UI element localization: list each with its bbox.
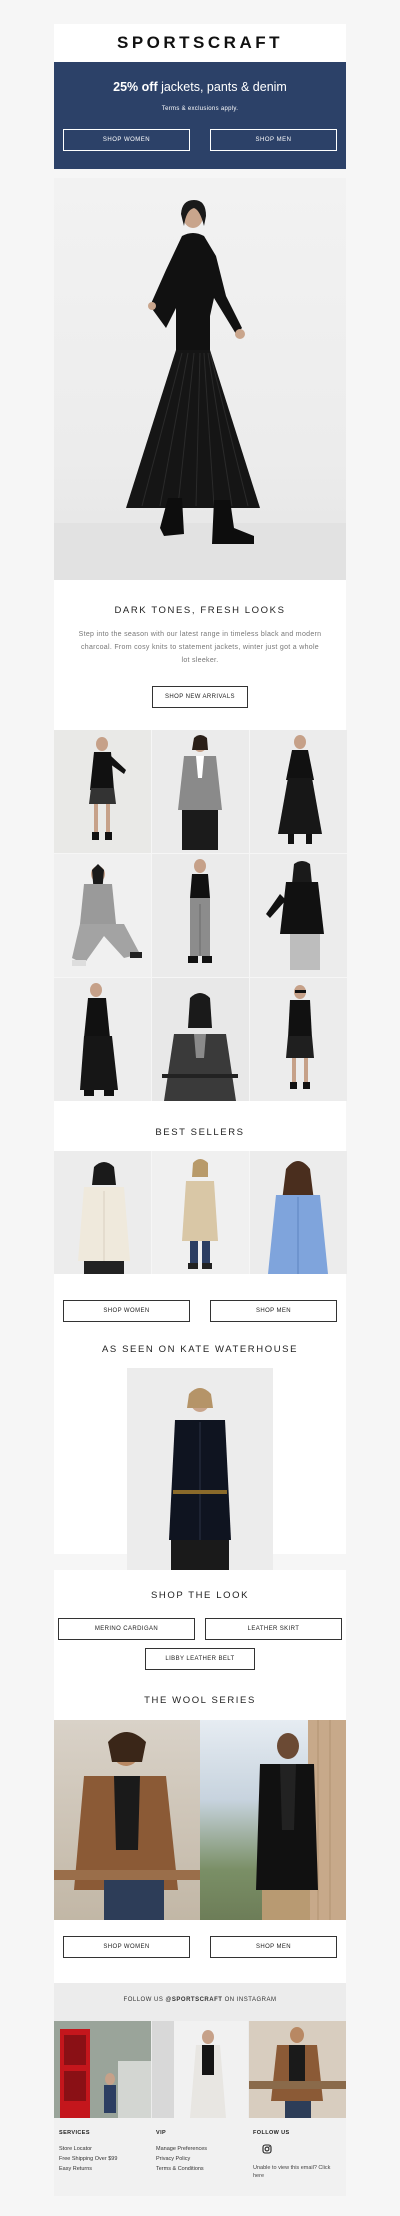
libby-leather-belt-button[interactable]: LIBBY LEATHER BELT xyxy=(145,1648,255,1670)
hero-image[interactable] xyxy=(54,178,346,580)
bestsellers-title: BEST SELLERS xyxy=(155,1127,245,1138)
wool-shop-men-button[interactable]: SHOP MEN xyxy=(210,1936,337,1958)
grid-tile[interactable] xyxy=(152,978,249,1101)
leather-skirt-button[interactable]: LEATHER SKIRT xyxy=(205,1618,342,1640)
intro-body: Step into the season with our latest ran… xyxy=(78,631,322,664)
footer: SERVICES Store Locator Free Shipping Ove… xyxy=(54,2118,346,2196)
instagram-suffix: ON INSTAGRAM xyxy=(222,1997,277,2003)
bestseller-tile[interactable] xyxy=(250,1151,347,1274)
footer-link-manage-preferences[interactable]: Manage Preferences xyxy=(156,2146,207,2152)
wool-series-title: THE WOOL SERIES xyxy=(144,1695,256,1706)
brand-logo[interactable]: SPORTSCRAFT xyxy=(54,24,346,62)
grid-tile[interactable] xyxy=(152,730,249,853)
shop-new-arrivals-button[interactable]: SHOP NEW ARRIVALS xyxy=(152,686,248,708)
footer-follow-title: FOLLOW US xyxy=(253,2130,290,2136)
kate-title: AS SEEN ON KATE WATERHOUSE xyxy=(101,1344,299,1355)
shop-the-look-section: SHOP THE LOOK MERINO CARDIGAN LEATHER SK… xyxy=(54,1570,346,1720)
promo-shop-women-button[interactable]: SHOP WOMEN xyxy=(63,129,190,151)
footer-vip-title: VIP xyxy=(156,2130,167,2136)
merino-cardigan-button[interactable]: MERINO CARDIGAN xyxy=(58,1618,195,1640)
footer-services-title: SERVICES xyxy=(59,2130,90,2136)
bestsellers-header: BEST SELLERS xyxy=(54,1101,346,1151)
instagram-post[interactable] xyxy=(249,2021,346,2118)
promo-headline-rest: jackets, pants & denim xyxy=(157,80,287,94)
wool-buttons-section: SHOP WOMEN SHOP MEN xyxy=(54,1920,346,1983)
instagram-icon[interactable] xyxy=(262,2144,272,2154)
grid-tile[interactable] xyxy=(250,730,347,853)
footer-link-terms[interactable]: Terms & Conditions xyxy=(156,2166,204,2172)
footer-link-store-locator[interactable]: Store Locator xyxy=(59,2146,92,2152)
bestseller-tile[interactable] xyxy=(152,1151,249,1274)
instagram-post[interactable] xyxy=(152,2021,248,2118)
wool-series-image-men[interactable] xyxy=(200,1720,346,1920)
instagram-handle[interactable]: @SPORTSCRAFT xyxy=(166,1997,223,2003)
shop-the-look-title: SHOP THE LOOK xyxy=(150,1590,250,1601)
intro-section: DARK TONES, FRESH LOOKS Step into the se… xyxy=(54,580,346,730)
grid-tile[interactable] xyxy=(54,854,151,977)
bestsellers-shop-women-button[interactable]: SHOP WOMEN xyxy=(63,1300,190,1322)
footer-link-privacy-policy[interactable]: Privacy Policy xyxy=(156,2156,190,2162)
grid-tile[interactable] xyxy=(152,854,249,977)
view-in-browser-link[interactable]: Unable to view this email? Click here xyxy=(253,2164,333,2180)
instagram-section: FOLLOW US @SPORTSCRAFT ON INSTAGRAM xyxy=(54,1983,346,2118)
footer-link-free-shipping[interactable]: Free Shipping Over $99 xyxy=(59,2156,117,2162)
promo-headline-bold: 25% off xyxy=(113,80,158,94)
grid-tile[interactable] xyxy=(54,730,151,853)
intro-title: DARK TONES, FRESH LOOKS xyxy=(114,605,286,616)
bestsellers-shop-men-button[interactable]: SHOP MEN xyxy=(210,1300,337,1322)
grid-tile[interactable] xyxy=(54,978,151,1101)
promo-headline: 25% off jackets, pants & denim xyxy=(54,80,346,94)
promo-shop-men-button[interactable]: SHOP MEN xyxy=(210,129,337,151)
kate-image[interactable] xyxy=(127,1368,273,1570)
instagram-post[interactable] xyxy=(54,2021,151,2118)
instagram-prefix: FOLLOW US xyxy=(123,1997,166,2003)
grid-tile[interactable] xyxy=(250,978,347,1101)
wool-series-image-women[interactable] xyxy=(54,1720,200,1920)
footer-link-easy-returns[interactable]: Easy Returns xyxy=(59,2166,92,2172)
wool-shop-women-button[interactable]: SHOP WOMEN xyxy=(63,1936,190,1958)
grid-tile[interactable] xyxy=(250,854,347,977)
bestseller-tile[interactable] xyxy=(54,1151,151,1274)
promo-banner: 25% off jackets, pants & denim Terms & e… xyxy=(54,62,346,169)
promo-terms[interactable]: Terms & exclusions apply. xyxy=(54,106,346,112)
instagram-follow-text[interactable]: FOLLOW US @SPORTSCRAFT ON INSTAGRAM xyxy=(54,1997,346,2003)
